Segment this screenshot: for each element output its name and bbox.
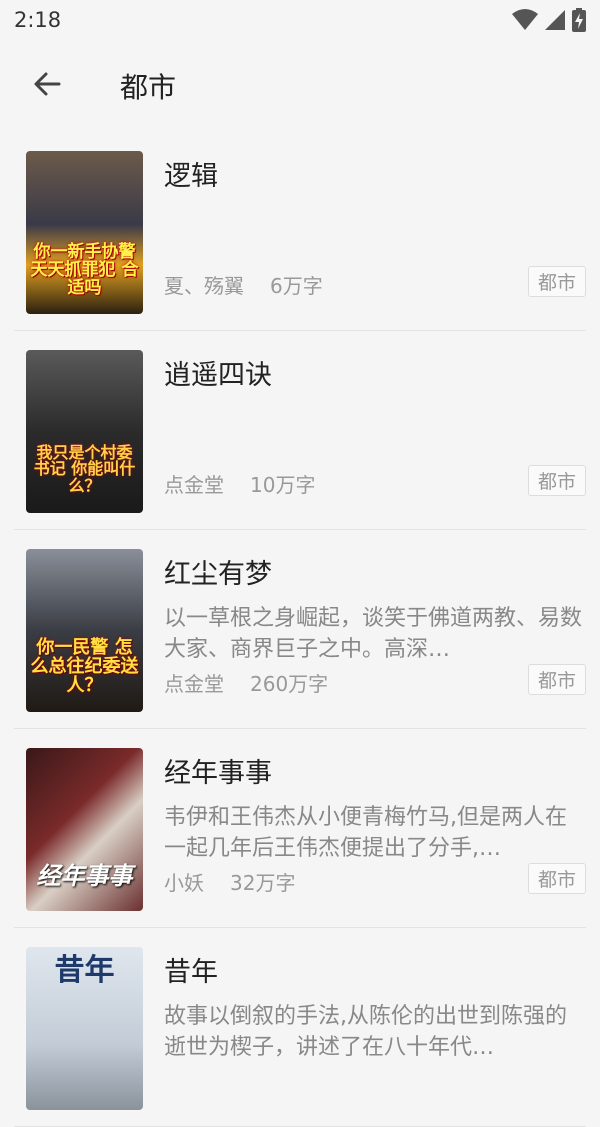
battery-charging-icon [572,8,586,32]
page-title: 都市 [120,71,177,104]
book-list: 你一新手协警 天天抓罪犯 合适吗 逻辑 夏、殇翼 6万字 都市 我只是个村委书记… [0,132,600,1127]
book-meta: 点金堂 10万字 [164,469,315,498]
book-description: 以一草根之身崛起，谈笑于佛道两教、易数大家、商界巨子之中。高深… [164,606,583,662]
book-item-1[interactable]: 我只是个村委书记 你能叫什么？ 逍遥四诀 点金堂 10万字 都市 [0,331,600,530]
book-title: 逍遥四诀 [164,360,272,391]
book-item-2[interactable]: 你一民警 怎么总往纪委送人？ 红尘有梦 以一草根之身崛起，谈笑于佛道两教、易数大… [0,530,600,729]
book-author: 小妖 [164,871,204,895]
arrow-left-icon [32,69,62,103]
category-tag: 都市 [528,863,586,894]
book-author: 点金堂 [164,672,224,696]
book-item-4[interactable]: 昔年 昔年 故事以倒叙的手法,从陈伦的出世到陈强的逝世为楔子，讲述了在八十年代… [0,928,600,1127]
book-title: 经年事事 [164,758,272,789]
book-description: 故事以倒叙的手法,从陈伦的出世到陈强的逝世为楔子，讲述了在八十年代… [164,1004,567,1060]
category-tag: 都市 [528,664,586,695]
book-word-count: 32万字 [230,871,296,895]
book-cover-2: 你一民警 怎么总往纪委送人？ [26,549,143,712]
book-title: 逻辑 [164,161,218,192]
wifi-icon [512,9,538,31]
category-tag: 都市 [528,465,586,496]
book-title: 红尘有梦 [164,559,272,590]
cellular-signal-icon [544,9,566,31]
book-item-3[interactable]: 经年事事 经年事事 韦伊和王伟杰从小便青梅竹马,但是两人在一起几年后王伟杰便提出… [0,729,600,928]
book-meta: 小妖 32万字 [164,867,295,896]
book-cover-1: 我只是个村委书记 你能叫什么？ [26,350,143,513]
cover-title-1: 我只是个村委书记 你能叫什么？ [33,442,136,496]
back-button[interactable] [30,69,64,103]
book-title: 昔年 [164,957,218,988]
status-icons [512,8,586,32]
book-meta: 夏、殇翼 6万字 [164,270,323,299]
book-author: 点金堂 [164,473,224,497]
cover-title-4: 昔年 [54,953,115,988]
book-meta: 点金堂 260万字 [164,668,328,697]
status-bar: 2:18 [0,0,600,40]
book-word-count: 6万字 [270,274,323,298]
book-cover-0: 你一新手协警 天天抓罪犯 合适吗 [26,151,143,314]
book-author: 夏、殇翼 [164,274,244,298]
book-cover-3: 经年事事 [26,748,143,911]
cover-title-0: 你一新手协警 天天抓罪犯 合适吗 [30,242,139,299]
book-word-count: 10万字 [250,473,316,497]
cover-title-2: 你一民警 怎么总往纪委送人？ [30,637,139,697]
app-bar: 都市 [0,40,600,132]
category-tag: 都市 [528,266,586,297]
book-cover-4: 昔年 [26,947,143,1110]
book-description: 韦伊和王伟杰从小便青梅竹马,但是两人在一起几年后王伟杰便提出了分手,… [164,805,567,861]
cover-title-3: 经年事事 [36,861,133,890]
book-item-0[interactable]: 你一新手协警 天天抓罪犯 合适吗 逻辑 夏、殇翼 6万字 都市 [0,132,600,331]
status-time: 2:18 [14,8,62,32]
book-word-count: 260万字 [250,672,329,696]
